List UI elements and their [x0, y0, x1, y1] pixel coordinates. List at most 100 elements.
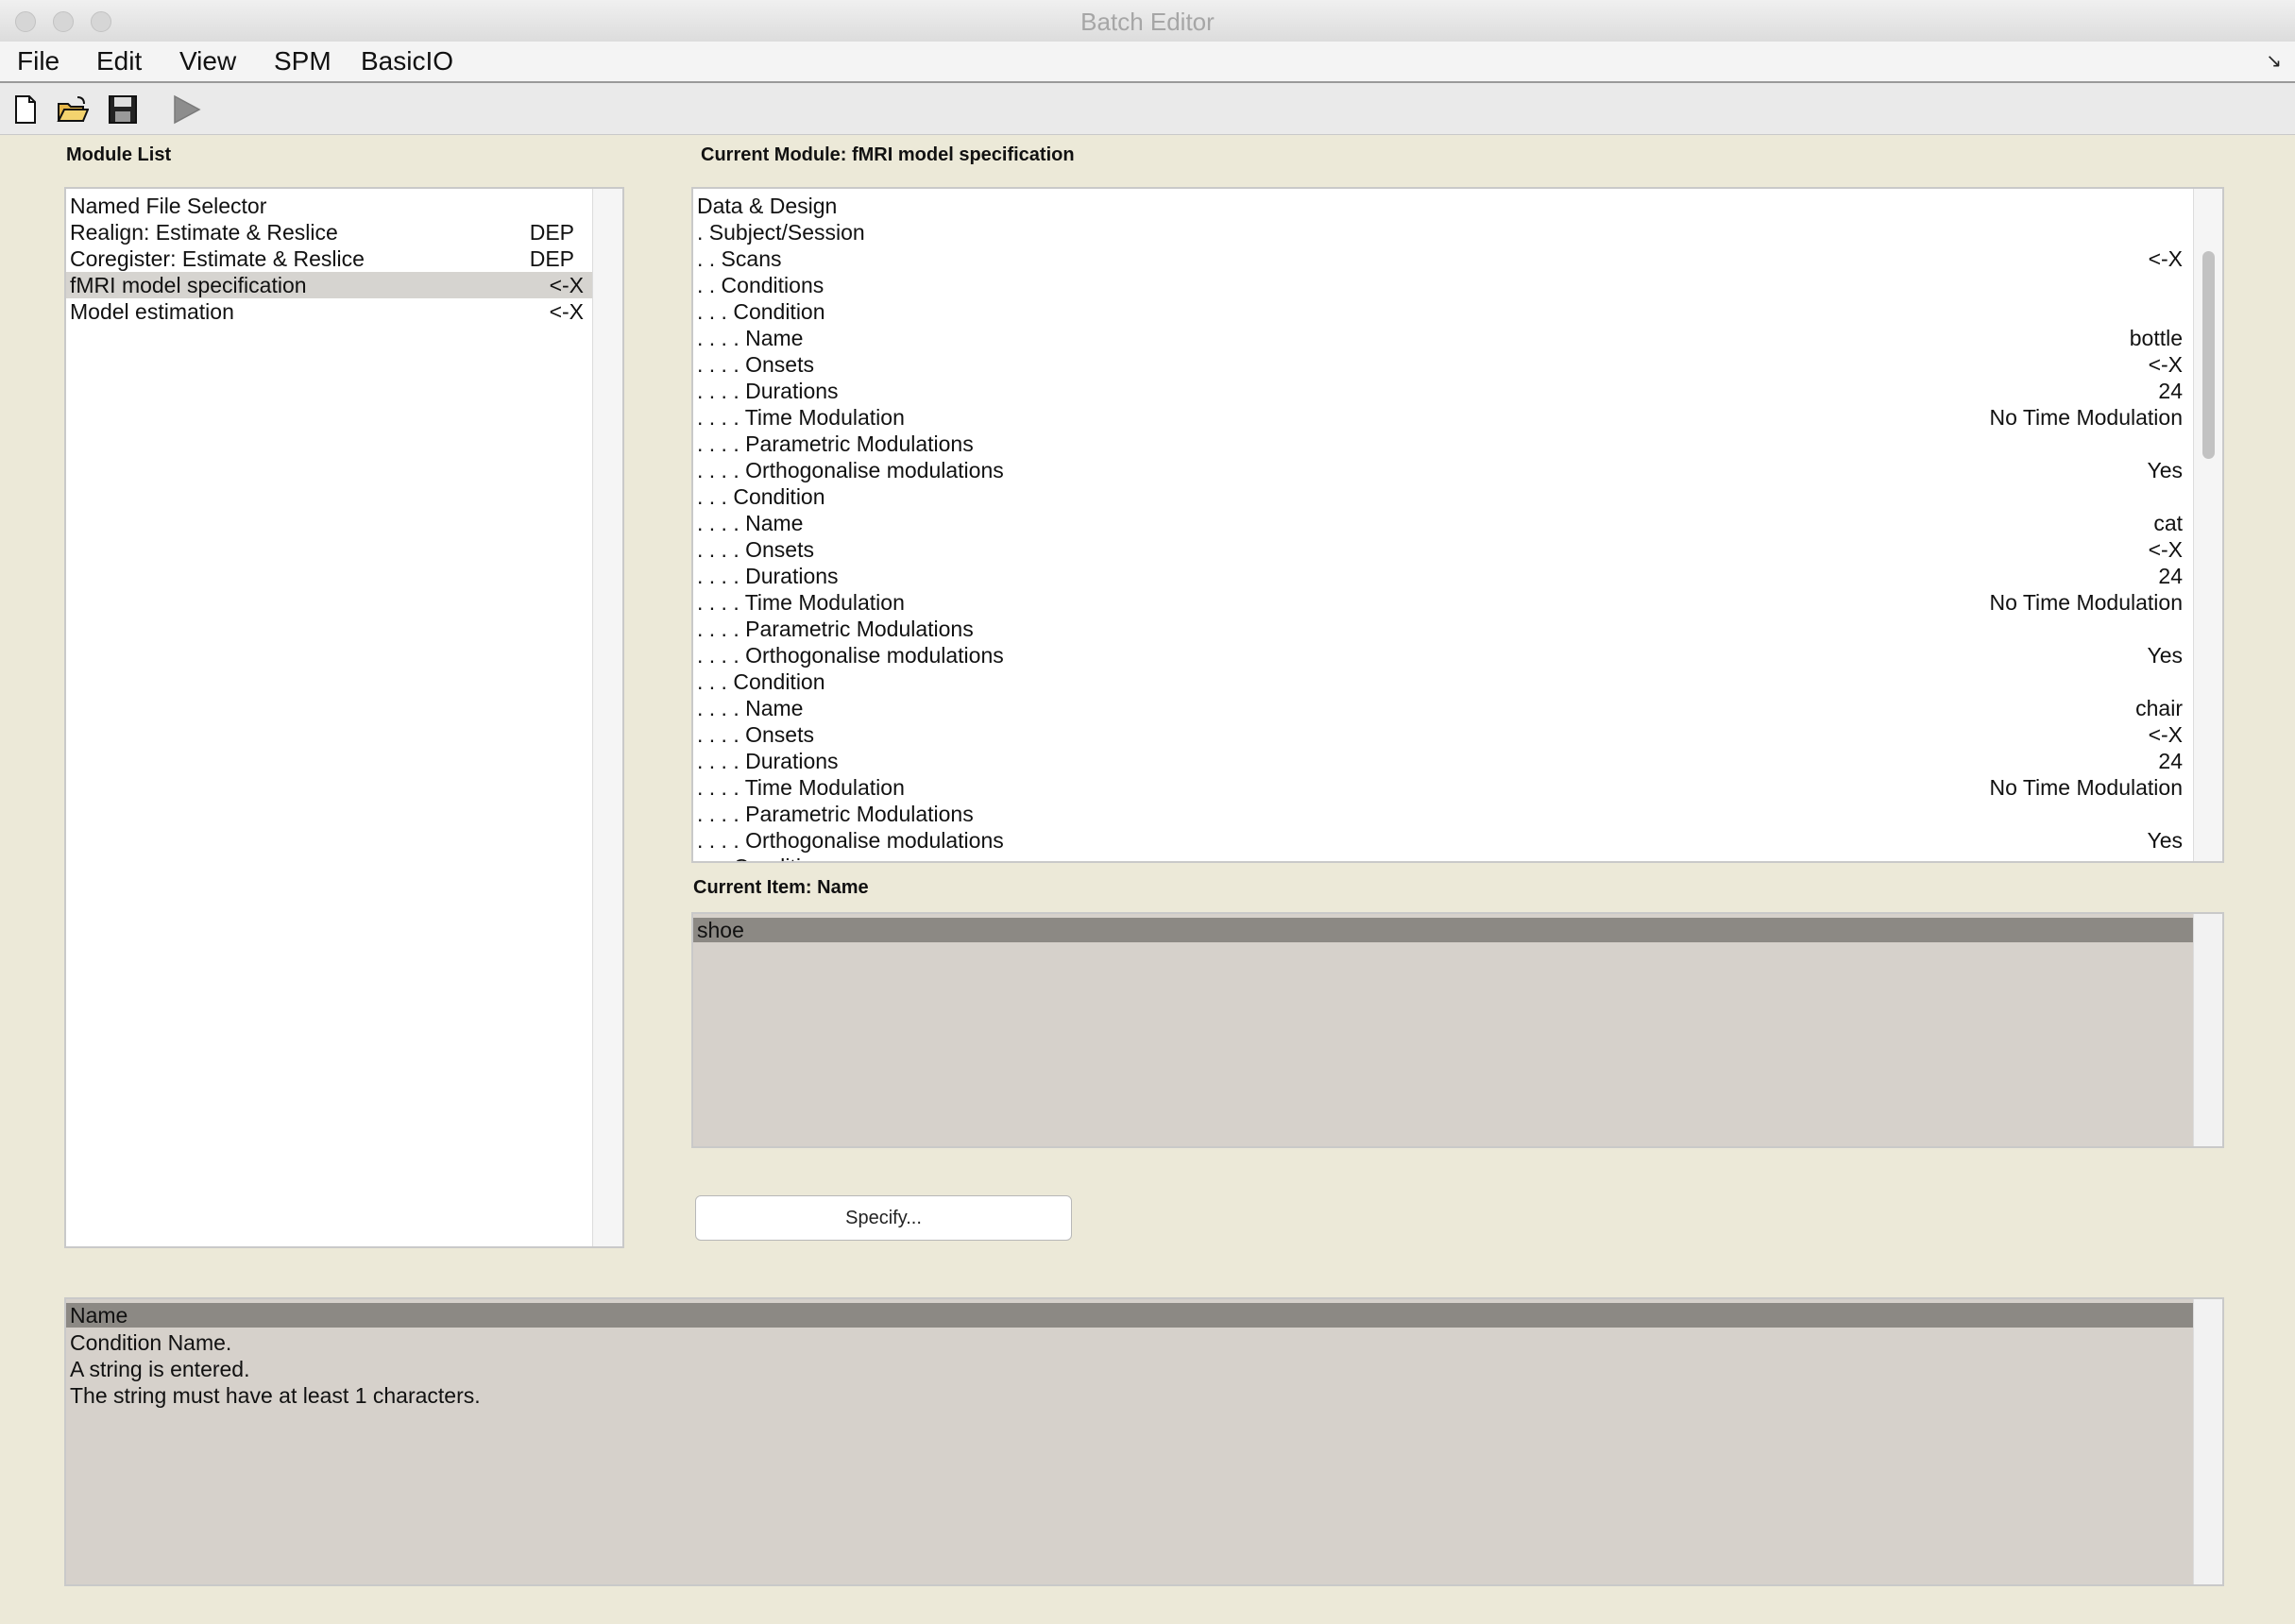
module-list-item[interactable]: Model estimation <-X [66, 298, 593, 325]
module-tree-row-value: 24 [2158, 749, 2183, 773]
menu-bar: File Edit View SPM BasicIO ↘ [0, 42, 2295, 83]
module-tree-row-label: . . . Condition [697, 484, 825, 509]
module-tree-row[interactable]: . . . . Orthogonalise modulations Yes [693, 457, 2190, 483]
current-module-tree[interactable]: Data & Design. Subject/Session. . Scans <… [691, 187, 2224, 863]
module-tree-row[interactable]: . . Conditions [693, 272, 2190, 298]
module-tree-row-value: chair [2135, 696, 2183, 720]
resize-icon[interactable]: ↘ [2266, 49, 2282, 73]
help-panel[interactable]: Name Condition Name. A string is entered… [64, 1297, 2224, 1586]
menu-edit[interactable]: Edit [96, 46, 142, 76]
module-tree-row-label: . . . . Time Modulation [697, 775, 905, 800]
module-tree-row-label: . . . . Onsets [697, 352, 814, 377]
module-tree-row[interactable]: . . . . Durations 24 [693, 748, 2190, 774]
help-scrollbar[interactable] [2193, 1299, 2222, 1584]
module-tree-row[interactable]: . . . . Parametric Modulations [693, 431, 2190, 457]
module-tree-row[interactable]: . . . . Onsets <-X [693, 351, 2190, 378]
module-tree-row-label: . . . . Onsets [697, 537, 814, 562]
module-tree-row[interactable]: . . . Condition [693, 298, 2190, 325]
module-tree-row[interactable]: . . Scans <-X [693, 245, 2190, 272]
module-tree-row-label: . . . . Durations [697, 564, 839, 588]
module-list-item[interactable]: Named File Selector [66, 193, 593, 219]
module-tree-row-value: No Time Modulation [1989, 775, 2183, 800]
module-tree-row[interactable]: . . . . Orthogonalise modulations Yes [693, 827, 2190, 854]
module-tree-row-value: Yes [2147, 643, 2183, 668]
help-title: Name [66, 1303, 2195, 1328]
module-tree-row-label: . . . . Orthogonalise modulations [697, 458, 1004, 482]
module-tree-row-label: . . . . Name [697, 696, 804, 720]
module-tree-row-label: . . . . Parametric Modulations [697, 617, 974, 641]
window-title: Batch Editor [1080, 8, 1215, 36]
module-tree-row-label: . . Conditions [697, 273, 824, 297]
module-tree-row-label: . Subject/Session [697, 220, 865, 245]
module-tree-row-value: cat [2153, 511, 2183, 535]
module-tree-row[interactable]: . . . . Time Modulation No Time Modulatio… [693, 774, 2190, 801]
module-tree-row-label: . . . . Parametric Modulations [697, 431, 974, 456]
run-icon[interactable] [170, 93, 202, 126]
module-tree-row-label: . . Scans [697, 246, 782, 271]
menu-basicio[interactable]: BasicIO [361, 46, 453, 76]
module-tree-row-label: . . . . Name [697, 326, 804, 350]
module-tree-row-label: . . . Condition [697, 299, 825, 324]
module-list-item-selected[interactable]: fMRI model specification <-X [66, 272, 593, 298]
specify-button[interactable]: Specify... [695, 1195, 1072, 1241]
module-tree-row-value: No Time Modulation [1989, 405, 2183, 430]
module-tree-row[interactable]: . . . . Time Modulation No Time Modulatio… [693, 589, 2190, 616]
module-tree-row[interactable]: . . . . Parametric Modulations [693, 616, 2190, 642]
menu-view[interactable]: View [179, 46, 236, 76]
toolbar [0, 83, 2295, 135]
module-list-label: Module List [66, 144, 172, 165]
module-tree-row[interactable]: . . . . Durations 24 [693, 563, 2190, 589]
module-tree-scrollbar[interactable] [2193, 189, 2222, 861]
module-tree-row-label: . . . . Parametric Modulations [697, 802, 974, 826]
module-tree-row[interactable]: . . . . Name cat [693, 510, 2190, 536]
module-tree-row-value: Yes [2147, 828, 2183, 853]
module-tree-row-label: . . . . Time Modulation [697, 590, 905, 615]
module-tree-row-label: . . . . Durations [697, 749, 839, 773]
module-tree-row-value: 24 [2158, 379, 2183, 403]
current-module-label: Current Module: fMRI model specification [701, 144, 1075, 165]
module-tree-row[interactable]: Data & Design [693, 193, 2190, 219]
module-tree-row[interactable]: . . . . Parametric Modulations [693, 801, 2190, 827]
module-tree-row-label: . . . . Durations [697, 379, 839, 403]
module-list-item[interactable]: Coregister: Estimate & Reslice DEP [66, 245, 593, 272]
module-tree-row[interactable]: . . . . Durations 24 [693, 378, 2190, 404]
module-tree-row[interactable]: . . . Condition [693, 668, 2190, 695]
module-tree-row[interactable]: . Subject/Session [693, 219, 2190, 245]
module-tree-row-label: . . . . Onsets [697, 722, 814, 747]
current-item-value[interactable]: shoe [693, 918, 2195, 942]
menu-file[interactable]: File [17, 46, 60, 76]
module-tree-row[interactable]: . . . . Name chair [693, 695, 2190, 721]
module-tree-row-label: Data & Design [697, 194, 838, 218]
module-tree-row-label: . . . . Orthogonalise modulations [697, 643, 1004, 668]
menu-spm[interactable]: SPM [274, 46, 332, 76]
module-tree-row-value: <-X [2148, 722, 2183, 747]
module-list-scrollbar[interactable] [592, 189, 622, 1246]
save-icon[interactable] [107, 93, 139, 126]
module-tree-row-label: . . . . Time Modulation [697, 405, 905, 430]
module-tree-row-label: . . . Condition [697, 669, 825, 694]
module-tree-row[interactable]: . . . . Orthogonalise modulations Yes [693, 642, 2190, 668]
current-item-label: Current Item: Name [693, 877, 869, 898]
module-tree-row-label: . . . . Name [697, 511, 804, 535]
module-tree-row-label: . . . Condition [697, 854, 825, 861]
current-item-panel[interactable]: shoe [691, 912, 2224, 1148]
module-tree-row[interactable]: . . . . Onsets <-X [693, 721, 2190, 748]
module-list[interactable]: Named File Selector Realign: Estimate & … [64, 187, 624, 1248]
module-tree-row[interactable]: . . . Condition [693, 483, 2190, 510]
module-list-item[interactable]: Realign: Estimate & Reslice DEP [66, 219, 593, 245]
module-tree-row[interactable]: . . . . Onsets <-X [693, 536, 2190, 563]
module-tree-row[interactable]: . . . Condition [693, 854, 2190, 861]
module-tree-scroll-thumb[interactable] [2202, 251, 2215, 459]
open-folder-icon[interactable] [57, 93, 89, 126]
module-tree-row-value: <-X [2148, 352, 2183, 377]
module-tree-row[interactable]: . . . . Time Modulation No Time Modulatio… [693, 404, 2190, 431]
module-tree-row-value: bottle [2129, 326, 2183, 350]
module-tree-row-value: No Time Modulation [1989, 590, 2183, 615]
module-tree-row-value: Yes [2147, 458, 2183, 482]
module-tree-row[interactable]: . . . . Name bottle [693, 325, 2190, 351]
new-file-icon[interactable] [9, 93, 42, 126]
module-tree-row-label: . . . . Orthogonalise modulations [697, 828, 1004, 853]
current-item-scrollbar[interactable] [2193, 914, 2222, 1146]
module-tree-row-value: 24 [2158, 564, 2183, 588]
module-tree-row-value: <-X [2148, 246, 2183, 271]
